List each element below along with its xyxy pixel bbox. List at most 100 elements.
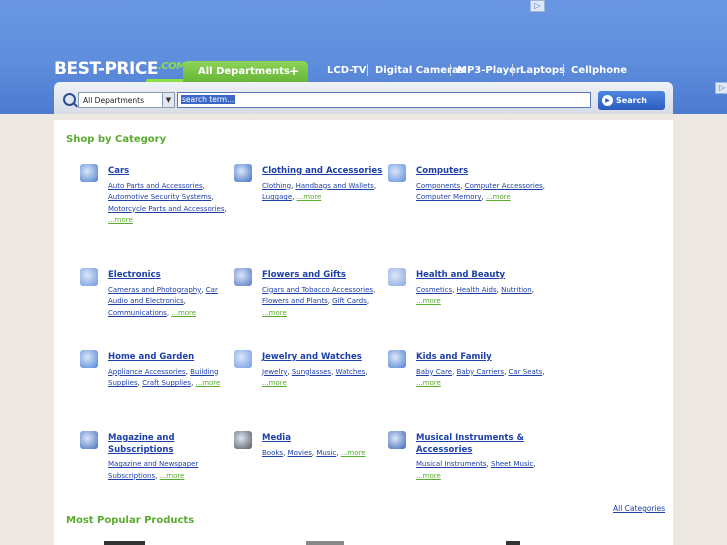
health-icon	[388, 268, 406, 286]
nav-link-cellphone[interactable]: Cellphone	[571, 65, 627, 76]
subcategory-link[interactable]: Luggage	[262, 193, 292, 201]
plus-icon: +	[288, 64, 299, 78]
more-link[interactable]: ...more	[196, 379, 221, 387]
category-title-link[interactable]: Kids and Family	[416, 352, 546, 364]
subcategory-link[interactable]: Car Seats	[509, 368, 543, 376]
search-input[interactable]: search term...	[177, 92, 591, 108]
subcategory-link[interactable]: Communications	[108, 309, 167, 317]
header: ▷ BEST-PRICE.COM All Departments + LCD-T…	[0, 0, 727, 114]
product-thumbnail[interactable]	[104, 541, 145, 545]
department-select-value: All Departments	[83, 96, 144, 105]
subcategory-links: Books, Movies, Music, ...more	[262, 448, 366, 457]
ad-choices-icon[interactable]: ▷	[715, 82, 727, 94]
more-link[interactable]: ...more	[171, 309, 196, 317]
subcategory-link[interactable]: Auto Parts and Accessories	[108, 182, 203, 190]
subcategory-links: Auto Parts and Accessories, Automotive S…	[108, 181, 227, 225]
site-logo[interactable]: BEST-PRICE.COM	[54, 59, 221, 83]
search-button-label: Search	[616, 96, 647, 105]
category-block: Kids and Family Baby Care, Baby Carriers,…	[388, 350, 546, 390]
subcategory-link[interactable]: Sunglasses	[292, 368, 331, 376]
more-link[interactable]: ...more	[160, 472, 185, 480]
subcategory-link[interactable]: Computer Accessories	[465, 182, 543, 190]
subcategory-link[interactable]: Nutrition	[501, 286, 532, 294]
category-title-link[interactable]: Electronics	[108, 270, 238, 282]
gift-icon	[234, 268, 252, 286]
subcategory-link[interactable]: Books	[262, 449, 283, 457]
most-popular-title: Most Popular Products	[66, 515, 195, 526]
nav-divider	[450, 64, 451, 76]
subcategory-link[interactable]: Motorcycle Parts and Accessories	[108, 205, 225, 213]
product-thumbnail[interactable]	[506, 541, 520, 545]
category-block: Health and Beauty Cosmetics, Health Aids,…	[388, 268, 546, 308]
nav-all-departments-label: All Departments	[198, 66, 290, 77]
electronics-icon	[80, 268, 98, 286]
subcategory-link[interactable]: Baby Care	[416, 368, 452, 376]
subcategory-link[interactable]: Cameras and Photography	[108, 286, 201, 294]
more-link[interactable]: ...more	[262, 309, 287, 317]
subcategory-link[interactable]: Cosmetics	[416, 286, 452, 294]
more-link[interactable]: ...more	[416, 379, 441, 387]
subcategory-link[interactable]: Baby Carriers	[457, 368, 505, 376]
watch-icon	[234, 350, 252, 368]
subcategory-link[interactable]: Clothing	[262, 182, 291, 190]
category-title-link[interactable]: Clothing and Accessories	[262, 166, 392, 178]
category-title-link[interactable]: Media	[262, 433, 392, 445]
more-link[interactable]: ...more	[262, 379, 287, 387]
subcategory-link[interactable]: Health Aids	[457, 286, 497, 294]
more-link[interactable]: ...more	[416, 472, 441, 480]
more-link[interactable]: ...more	[341, 449, 366, 457]
all-categories-link[interactable]: All Categories	[613, 504, 665, 513]
category-block: Magazine and Subscriptions Magazine and N…	[80, 431, 238, 482]
subcategory-link[interactable]: Sheet Music	[491, 460, 533, 468]
more-link[interactable]: ...more	[108, 216, 133, 224]
subcategory-link[interactable]: Watches	[336, 368, 366, 376]
subcategory-link[interactable]: Components	[416, 182, 460, 190]
subcategory-link[interactable]: Craft Supplies	[142, 379, 191, 387]
nav-all-departments[interactable]: All Departments +	[183, 61, 308, 82]
nav-link-digital-cameras[interactable]: Digital Cameras	[375, 65, 465, 76]
subcategory-link[interactable]: Flowers and Plants	[262, 297, 328, 305]
category-title-link[interactable]: Musical Instruments & Accessories	[416, 433, 546, 456]
nav-link-lcd-tv[interactable]: LCD-TV	[327, 65, 366, 76]
subcategory-link[interactable]: Jewelry	[262, 368, 287, 376]
guitar-icon	[388, 431, 406, 449]
subcategory-link[interactable]: Computer Memory	[416, 193, 482, 201]
category-block: Clothing and Accessories Clothing, Handba…	[234, 164, 392, 204]
more-link[interactable]: ...more	[416, 297, 441, 305]
category-title-link[interactable]: Computers	[416, 166, 546, 178]
category-title-link[interactable]: Flowers and Gifts	[262, 270, 392, 282]
chevron-down-icon: ▼	[162, 93, 174, 107]
more-link[interactable]: ...more	[297, 193, 322, 201]
shop-by-category-title: Shop by Category	[66, 134, 167, 145]
nav-divider	[367, 64, 368, 76]
subcategory-link[interactable]: Appliance Accessories	[108, 368, 186, 376]
category-title-link[interactable]: Magazine and Subscriptions	[108, 433, 238, 456]
subcategory-link[interactable]: Handbags and Wallets	[296, 182, 374, 190]
main-content: Shop by Category Cars Auto Parts and Acce…	[54, 120, 673, 545]
category-title-link[interactable]: Jewelry and Watches	[262, 352, 392, 364]
category-title-link[interactable]: Cars	[108, 166, 238, 178]
subcategory-links: Components, Computer Accessories, Comput…	[416, 181, 546, 202]
category-block: Cars Auto Parts and Accessories, Automoti…	[80, 164, 238, 227]
ad-choices-icon[interactable]: ▷	[530, 0, 545, 12]
search-button[interactable]: ▶ Search	[598, 91, 665, 110]
subcategory-links: Musical Instruments, Sheet Music, ...mor…	[416, 460, 536, 480]
arrow-right-icon: ▶	[602, 95, 613, 106]
product-thumbnail[interactable]	[306, 541, 344, 545]
subcategory-link[interactable]: Gift Cards	[332, 297, 367, 305]
subcategory-link[interactable]: Music	[316, 449, 336, 457]
nav-link-laptops[interactable]: Laptops	[520, 65, 565, 76]
department-select[interactable]: All Departments ▼	[78, 92, 175, 108]
category-title-link[interactable]: Home and Garden	[108, 352, 238, 364]
magazine-icon	[80, 431, 98, 449]
subcategory-link[interactable]: Automotive Security Systems	[108, 193, 211, 201]
category-title-link[interactable]: Health and Beauty	[416, 270, 546, 282]
computer-icon	[388, 164, 406, 182]
more-link[interactable]: ...more	[486, 193, 511, 201]
home-icon	[80, 350, 98, 368]
subcategory-link[interactable]: Movies	[288, 449, 312, 457]
subcategory-link[interactable]: Magazine and Newspaper Subscriptions	[108, 460, 198, 480]
subcategory-link[interactable]: Musical Instruments	[416, 460, 487, 468]
category-block: Media Books, Movies, Music, ...more	[234, 431, 392, 459]
subcategory-link[interactable]: Cigars and Tobacco Accessories	[262, 286, 373, 294]
